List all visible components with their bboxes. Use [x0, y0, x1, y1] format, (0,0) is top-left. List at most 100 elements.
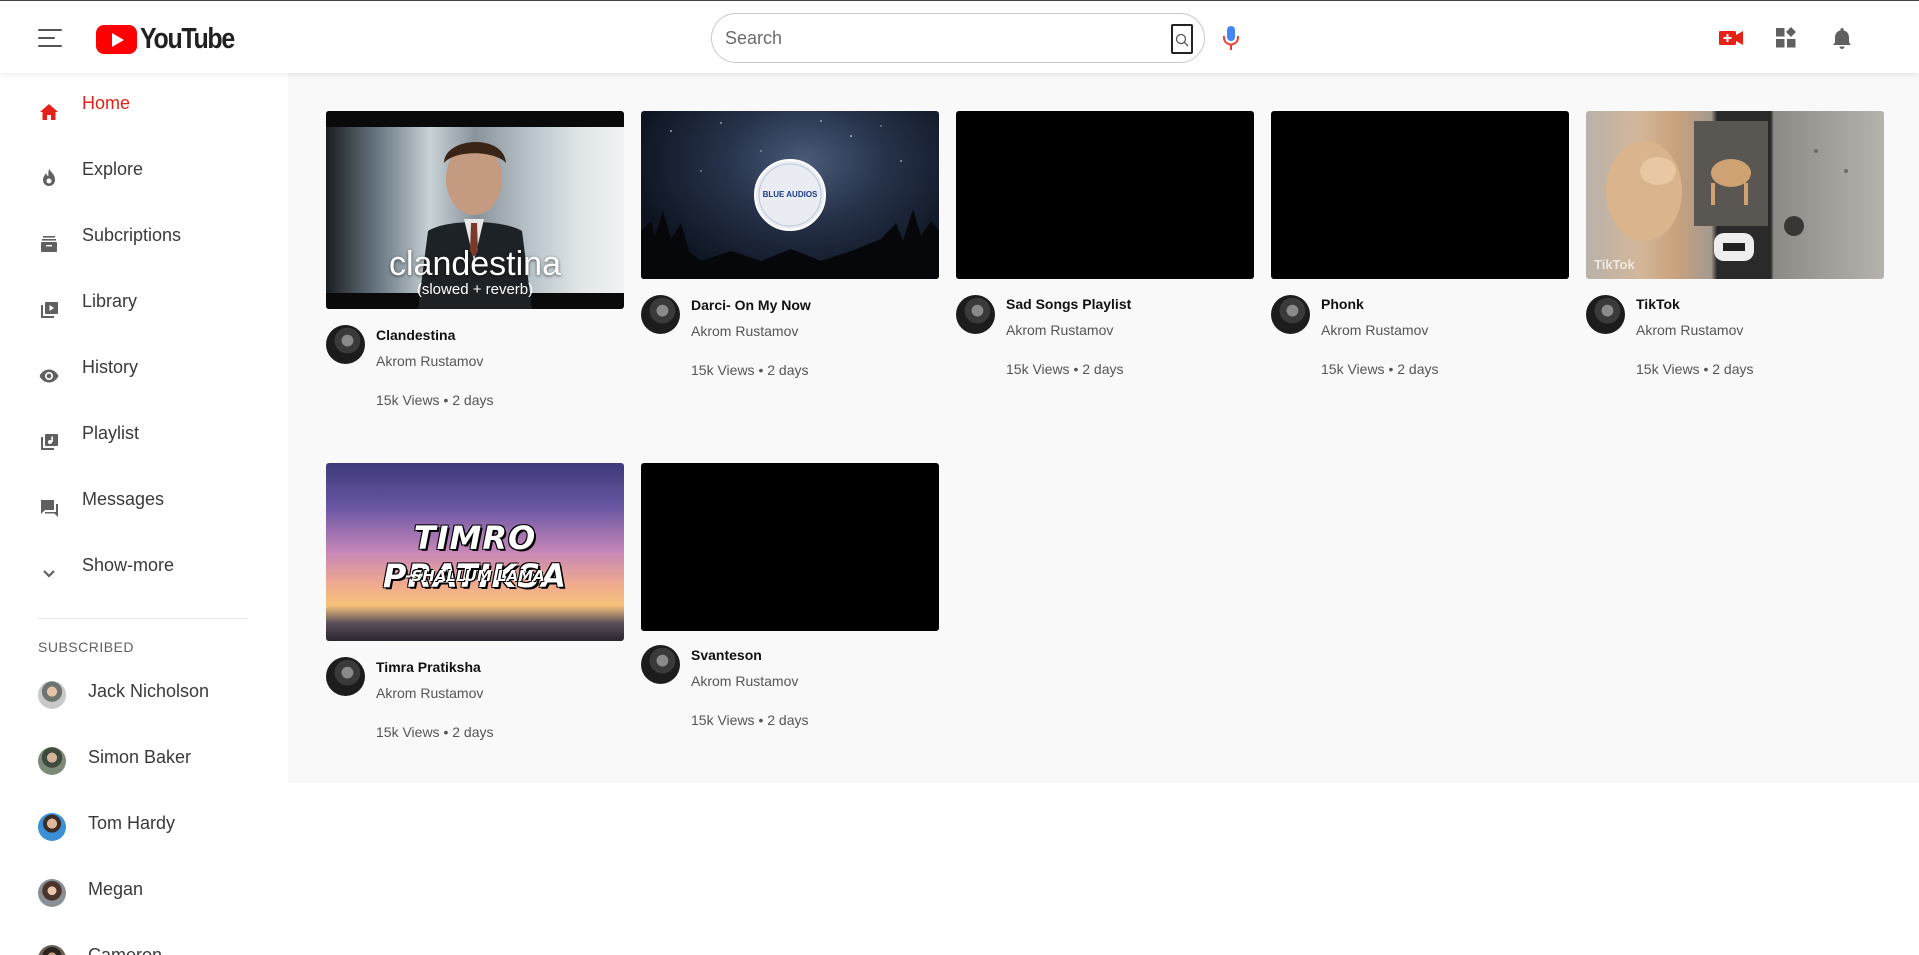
- video-card[interactable]: TIMRO PRATIKSA -SHALLUM LAMA Timra Prati…: [326, 463, 624, 743]
- subscription-name: Megan: [88, 879, 144, 899]
- sidebar: Home Explore Subcriptions Library Histor…: [0, 73, 288, 955]
- video-thumbnail[interactable]: BLUE AUDIOS: [641, 111, 939, 279]
- sidebar-item-label: Subcriptions: [82, 225, 182, 245]
- sidebar-item-explore[interactable]: Explore: [0, 153, 288, 203]
- video-title[interactable]: Phonk: [1321, 296, 1364, 312]
- subscribed-heading: SUBSCRIBED: [38, 639, 135, 655]
- video-card[interactable]: Phonk Akrom Rustamov 15k Views • 2 days: [1271, 111, 1569, 381]
- video-meta: 15k Views • 2 days: [691, 362, 809, 378]
- sidebar-item-label: Home: [82, 93, 131, 113]
- sidebar-item-label: Show-more: [82, 555, 175, 575]
- thumbnail-art: [1606, 121, 1848, 261]
- video-card[interactable]: TikTok TikTok Akrom Rustamov 15k Views •…: [1586, 111, 1884, 381]
- sidebar-item-home[interactable]: Home: [0, 87, 288, 137]
- sidebar-item-label: History: [82, 357, 139, 377]
- sidebar-item-label: Library: [82, 291, 138, 311]
- messages-icon: [41, 500, 58, 517]
- sidebar-item-subscriptions[interactable]: Subcriptions: [0, 219, 288, 269]
- thumbnail-badge: BLUE AUDIOS: [762, 190, 818, 199]
- youtube-logo[interactable]: YouTube: [96, 23, 249, 55]
- subscription-name: Tom Hardy: [88, 813, 176, 833]
- sidebar-item-messages[interactable]: Messages: [0, 483, 288, 533]
- chevron-down-icon: [43, 570, 55, 578]
- channel-name[interactable]: Akrom Rustamov: [376, 685, 483, 701]
- menu-icon[interactable]: [38, 29, 62, 47]
- subscription-name: Simon Baker: [88, 747, 192, 767]
- sidebar-item-library[interactable]: Library: [0, 285, 288, 335]
- microphone-icon[interactable]: [1219, 24, 1243, 52]
- thumbnail-watermark: TikTok: [1594, 257, 1635, 272]
- home-icon: [40, 104, 58, 120]
- sidebar-item-label: Playlist: [82, 423, 140, 443]
- thumbnail-subtitle: (slowed + reverb): [416, 281, 534, 298]
- video-card[interactable]: Sad Songs Playlist Akrom Rustamov 15k Vi…: [956, 111, 1254, 381]
- video-title[interactable]: Darci- On My Now: [691, 297, 811, 313]
- search-box: [711, 13, 1205, 63]
- channel-name[interactable]: Akrom Rustamov: [1636, 322, 1743, 338]
- channel-avatar[interactable]: [641, 645, 680, 684]
- sidebar-item-label: Messages: [82, 489, 165, 509]
- avatar: [38, 879, 66, 907]
- sidebar-item-playlist[interactable]: Playlist: [0, 417, 288, 467]
- history-eye-icon: [39, 369, 59, 383]
- apps-icon[interactable]: [1773, 25, 1799, 51]
- subscription-name: Jack Nicholson: [88, 681, 210, 701]
- subscription-megan[interactable]: Megan: [0, 871, 288, 921]
- channel-avatar[interactable]: [326, 657, 365, 696]
- video-title[interactable]: Svanteson: [691, 647, 762, 663]
- top-header: YouTube: [0, 0, 1919, 73]
- video-thumbnail[interactable]: [641, 463, 939, 631]
- video-title[interactable]: Sad Songs Playlist: [1006, 296, 1131, 312]
- subscription-tom-hardy[interactable]: Tom Hardy: [0, 805, 288, 855]
- video-meta: 15k Views • 2 days: [1636, 361, 1754, 377]
- video-thumbnail[interactable]: [1271, 111, 1569, 279]
- video-thumbnail[interactable]: TikTok: [1586, 111, 1884, 279]
- channel-name[interactable]: Akrom Rustamov: [691, 673, 798, 689]
- subscription-jack-nicholson[interactable]: Jack Nicholson: [0, 673, 288, 723]
- video-meta: 15k Views • 2 days: [1321, 361, 1439, 377]
- explore-icon: [43, 169, 55, 186]
- playlist-icon: [41, 434, 58, 450]
- video-meta: 15k Views • 2 days: [376, 392, 494, 408]
- avatar: [38, 747, 66, 775]
- sidebar-item-show-more[interactable]: Show-more: [0, 549, 288, 599]
- search-button[interactable]: [1171, 24, 1193, 54]
- notifications-bell-icon[interactable]: [1829, 25, 1855, 51]
- channel-avatar[interactable]: [1271, 295, 1310, 334]
- video-meta: 15k Views • 2 days: [691, 712, 809, 728]
- subscription-simon-baker[interactable]: Simon Baker: [0, 739, 288, 789]
- thumbnail-title: clandestina: [388, 245, 561, 283]
- video-title[interactable]: Clandestina: [376, 327, 455, 343]
- channel-name[interactable]: Akrom Rustamov: [1321, 322, 1428, 338]
- channel-name[interactable]: Akrom Rustamov: [1006, 322, 1113, 338]
- channel-avatar[interactable]: [326, 325, 365, 364]
- subscriptions-icon: [41, 236, 57, 252]
- sidebar-item-label: Explore: [82, 159, 144, 179]
- video-thumbnail[interactable]: TIMRO PRATIKSA -SHALLUM LAMA: [326, 463, 624, 641]
- channel-name[interactable]: Akrom Rustamov: [376, 353, 483, 369]
- avatar: [38, 813, 66, 841]
- avatar: [38, 681, 66, 709]
- video-title[interactable]: Timra Pratiksha: [376, 659, 481, 675]
- sidebar-item-history[interactable]: History: [0, 351, 288, 401]
- video-title[interactable]: TikTok: [1636, 296, 1680, 312]
- search-icon: [1175, 33, 1189, 47]
- channel-avatar[interactable]: [1586, 295, 1625, 334]
- youtube-play-icon: [96, 24, 137, 54]
- channel-avatar[interactable]: [956, 295, 995, 334]
- video-meta: 15k Views • 2 days: [376, 724, 494, 740]
- video-grid: clandestina (slowed + reverb) Clandestin…: [288, 73, 1919, 783]
- channel-avatar[interactable]: [641, 295, 680, 334]
- subscription-name: Cameron: [88, 945, 163, 955]
- channel-name[interactable]: Akrom Rustamov: [691, 323, 798, 339]
- create-video-icon[interactable]: [1718, 25, 1744, 51]
- video-thumbnail[interactable]: clandestina (slowed + reverb): [326, 111, 624, 309]
- thumbnail-subtitle: -SHALLUM LAMA: [405, 567, 545, 585]
- video-card[interactable]: BLUE AUDIOS Darci- On My Now Akrom Rusta…: [641, 111, 939, 381]
- subscription-cameron[interactable]: Cameron: [0, 937, 288, 955]
- video-card[interactable]: clandestina (slowed + reverb) Clandestin…: [326, 111, 624, 411]
- search-input[interactable]: [725, 26, 1145, 50]
- sidebar-divider: [38, 618, 248, 619]
- video-card[interactable]: Svanteson Akrom Rustamov 15k Views • 2 d…: [641, 463, 939, 743]
- video-thumbnail[interactable]: [956, 111, 1254, 279]
